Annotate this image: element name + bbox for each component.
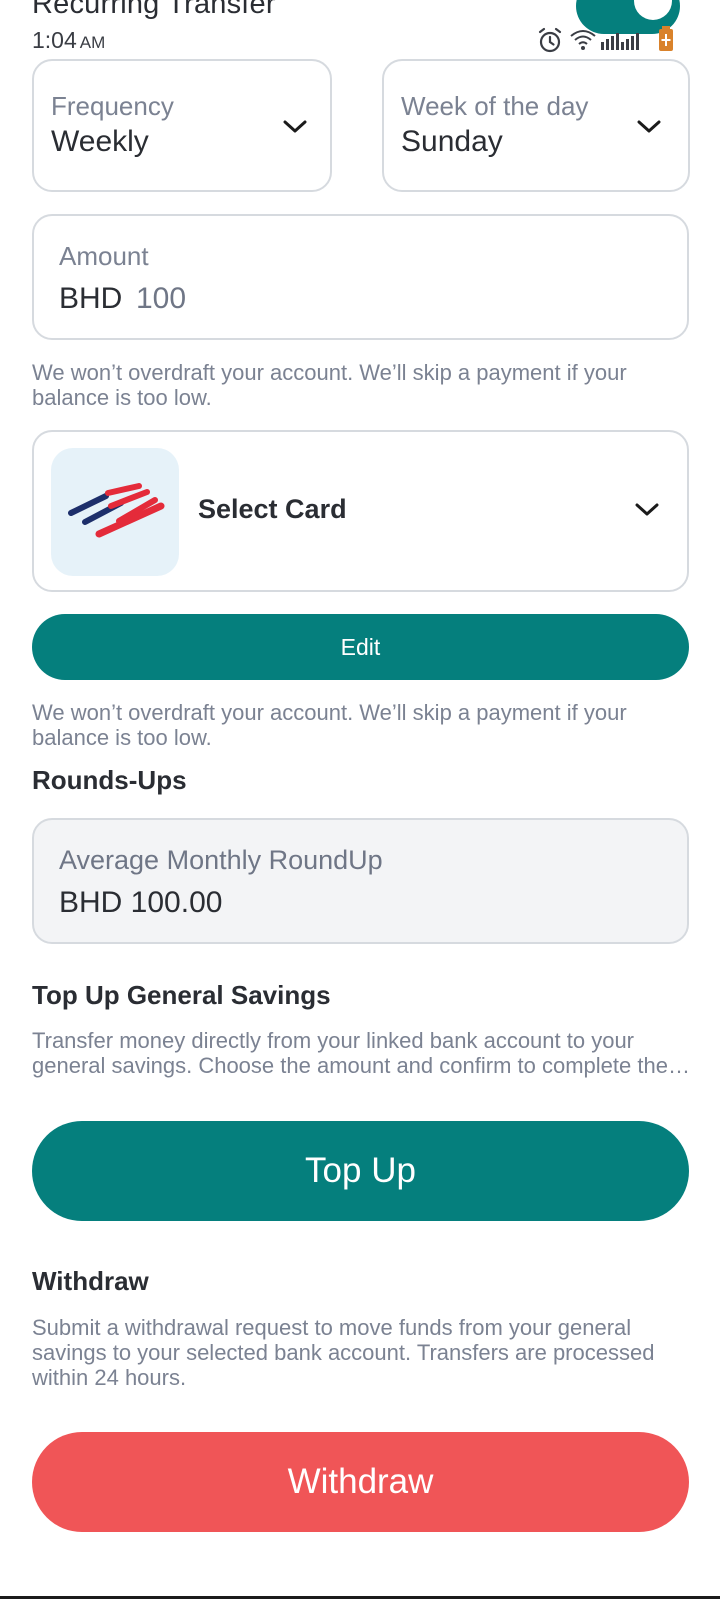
- amount-value[interactable]: 100: [136, 282, 186, 316]
- chevron-down-icon: [637, 120, 661, 133]
- roundup-field: Average Monthly RoundUp BHD 100.00: [32, 818, 689, 944]
- bank-flag-logo-icon: [68, 483, 165, 538]
- roundups-title: Rounds-Ups: [32, 765, 187, 795]
- bottom-divider: [0, 1596, 720, 1599]
- toggle-knob: [634, 0, 672, 20]
- top-up-button[interactable]: Top Up: [32, 1121, 689, 1221]
- recurring-transfer-screen: Recurring Transfer 1:04 AM Frequency Wee…: [0, 0, 720, 1600]
- week-day-select[interactable]: Week of the day Sunday: [382, 59, 690, 192]
- withdraw-title: Withdraw: [32, 1266, 149, 1296]
- amount-field[interactable]: Amount BHD 100: [32, 214, 689, 340]
- amount-currency: BHD: [59, 282, 123, 315]
- frequency-value: Weekly: [51, 125, 149, 158]
- week-day-label: Week of the day: [401, 91, 589, 121]
- bank-flag-logo: [51, 448, 179, 576]
- frequency-label: Frequency: [51, 91, 174, 121]
- overdraft-note: We won’t overdraft your account. We’ll s…: [32, 360, 627, 410]
- overdraft-note-2: We won’t overdraft your account. We’ll s…: [32, 700, 627, 750]
- status-time-value: 1:04: [32, 27, 77, 53]
- chevron-down-icon: [635, 503, 659, 516]
- edit-button[interactable]: Edit: [32, 614, 689, 680]
- amount-label: Amount: [59, 241, 149, 271]
- status-ampm: AM: [79, 33, 106, 52]
- top-up-title: Top Up General Savings: [32, 980, 331, 1010]
- status-time: 1:04 AM: [32, 27, 105, 54]
- signal-icon: [601, 33, 639, 50]
- withdraw-description: Submit a withdrawal request to move fund…: [32, 1315, 655, 1390]
- roundup-label: Average Monthly RoundUp: [59, 845, 383, 875]
- withdraw-button[interactable]: Withdraw: [32, 1432, 689, 1532]
- chevron-down-icon: [283, 120, 307, 133]
- status-icons: [537, 26, 687, 56]
- page-title: Recurring Transfer: [32, 0, 276, 20]
- top-up-description: Transfer money directly from your linked…: [32, 1028, 668, 1078]
- week-day-value: Sunday: [401, 125, 503, 158]
- alarm-icon: [538, 27, 562, 53]
- frequency-select[interactable]: Frequency Weekly: [32, 59, 332, 192]
- roundup-value: BHD 100.00: [59, 886, 223, 919]
- wifi-icon: [570, 30, 596, 50]
- card-select[interactable]: Select Card: [32, 430, 689, 592]
- battery-icon: [659, 26, 673, 51]
- select-card-label: Select Card: [198, 494, 347, 524]
